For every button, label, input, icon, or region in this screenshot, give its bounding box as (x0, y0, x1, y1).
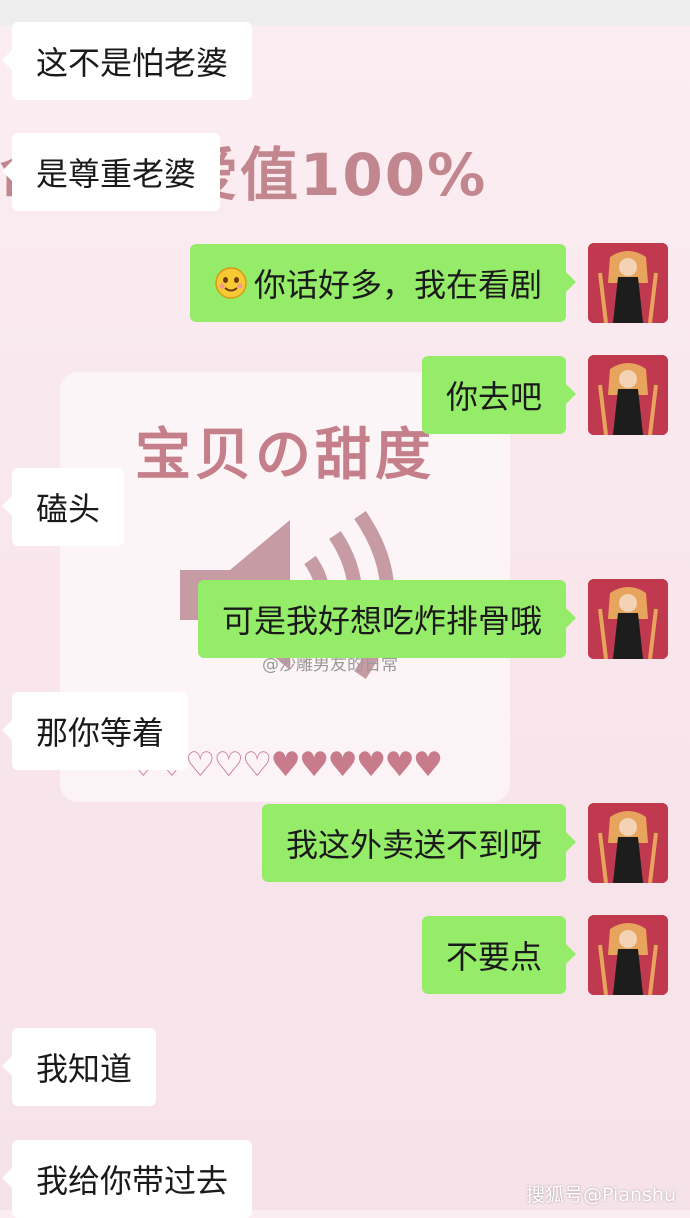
sticker-title: 宝贝の甜度 (135, 423, 435, 488)
avatar-image (588, 243, 668, 323)
avatar-image (588, 579, 668, 659)
avatar[interactable] (588, 355, 668, 435)
avatar[interactable] (588, 803, 668, 883)
avatar[interactable] (588, 915, 668, 995)
avatar-image (588, 355, 668, 435)
source-watermark: 搜狐号@Pianshu (526, 1184, 676, 1206)
message-bubble-outgoing[interactable]: 你话好多，我在看剧 (189, 244, 577, 322)
message-bubble-incoming[interactable]: 是尊重老婆 (1, 133, 221, 211)
message-bubble-outgoing[interactable]: 可是我好想吃炸排骨哦 (197, 580, 577, 658)
avatar-image (588, 803, 668, 883)
smiling-face-icon (215, 267, 247, 299)
message-bubble-outgoing[interactable]: 我这外卖送不到呀 (261, 804, 577, 882)
message-bubble-incoming[interactable]: 我知道 (1, 1028, 157, 1106)
message-bubble-incoming[interactable]: 这不是怕老婆 (1, 22, 253, 100)
message-bubble-incoming[interactable]: 那你等着 (1, 692, 189, 770)
message-bubble-incoming[interactable]: 我给你带过去 (1, 1140, 253, 1218)
message-bubble-incoming[interactable]: 磕头 (1, 468, 125, 546)
avatar[interactable] (588, 243, 668, 323)
avatar[interactable] (588, 579, 668, 659)
message-bubble-outgoing[interactable]: 你去吧 (421, 356, 577, 434)
message-text: 你话好多，我在看剧 (253, 266, 542, 304)
avatar-image (588, 915, 668, 995)
message-bubble-outgoing[interactable]: 不要点 (421, 916, 577, 994)
